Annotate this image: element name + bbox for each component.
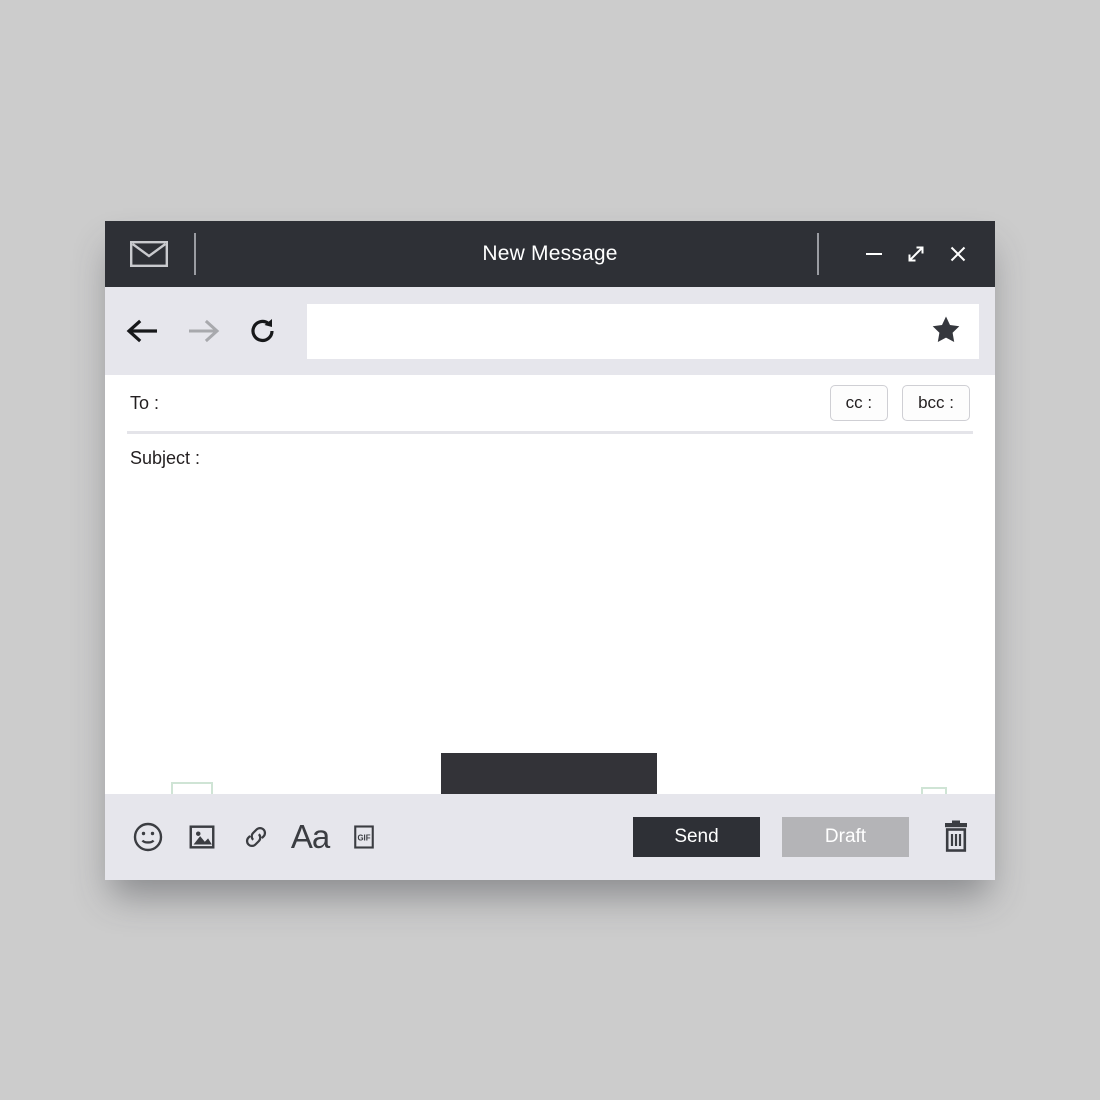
message-body[interactable]: Mitchel Smith Graphic Designer bbox=[105, 482, 995, 820]
recipient-buttons: cc : bcc : bbox=[829, 385, 970, 421]
new-message-window: New Message To: cc: bcc: Subject: Aa… bbox=[105, 221, 995, 880]
subject-field-row[interactable]: Subject : bbox=[105, 434, 995, 482]
svg-text:GIF: GIF bbox=[357, 834, 370, 843]
toolbar-actions: Send Draft bbox=[633, 817, 973, 857]
controls-divider bbox=[817, 233, 819, 275]
compose-toolbar: Aa GIF Send Draft bbox=[105, 794, 995, 880]
minimize-icon[interactable] bbox=[857, 237, 891, 271]
trash-icon[interactable] bbox=[939, 818, 973, 856]
cc-button[interactable]: cc : bbox=[829, 385, 889, 421]
back-arrow-icon[interactable] bbox=[121, 309, 165, 353]
reload-icon[interactable] bbox=[241, 309, 285, 353]
gif-icon[interactable]: GIF bbox=[343, 816, 385, 858]
envelope-icon bbox=[130, 241, 168, 268]
address-bar[interactable] bbox=[307, 303, 979, 359]
text-format-icon[interactable]: Aa bbox=[289, 816, 331, 858]
forward-arrow-icon[interactable] bbox=[181, 309, 225, 353]
title-bar: New Message bbox=[105, 221, 995, 287]
close-icon[interactable] bbox=[941, 237, 975, 271]
maximize-icon[interactable] bbox=[899, 237, 933, 271]
send-button[interactable]: Send bbox=[633, 817, 760, 857]
emoji-icon[interactable] bbox=[127, 816, 169, 858]
to-label: To : bbox=[130, 392, 160, 413]
navigation-bar bbox=[105, 287, 995, 375]
window-controls bbox=[817, 233, 975, 275]
link-icon[interactable] bbox=[235, 816, 277, 858]
subject-label: Subject : bbox=[130, 447, 201, 468]
image-icon[interactable] bbox=[181, 816, 223, 858]
star-icon[interactable] bbox=[931, 314, 961, 349]
to-field-row[interactable]: To : cc : bcc : bbox=[105, 375, 995, 431]
draft-button[interactable]: Draft bbox=[782, 817, 909, 857]
bcc-button[interactable]: bcc : bbox=[902, 385, 970, 421]
title-divider bbox=[194, 233, 196, 275]
